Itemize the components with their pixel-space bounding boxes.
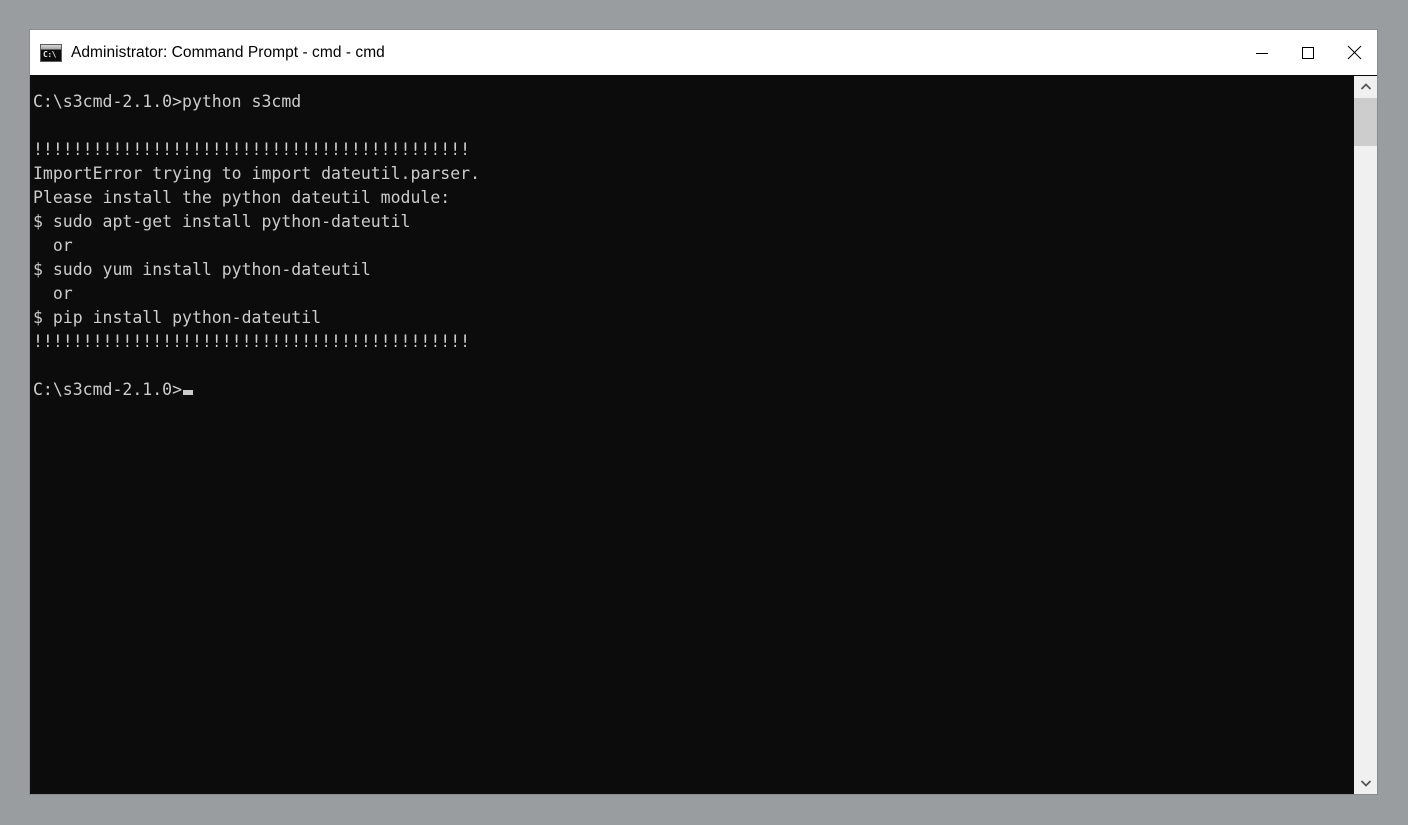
console-line: or — [33, 284, 73, 303]
console-line: $ pip install python-dateutil — [33, 308, 322, 327]
console-line: !!!!!!!!!!!!!!!!!!!!!!!!!!!!!!!!!!!!!!!!… — [33, 140, 471, 159]
close-button[interactable] — [1331, 30, 1377, 75]
minimize-button[interactable] — [1239, 30, 1285, 75]
console-line: ImportError trying to import dateutil.pa… — [33, 164, 481, 183]
scrollbar-track[interactable] — [1354, 98, 1377, 772]
console-line: or — [33, 236, 73, 255]
console-line: C:\s3cmd-2.1.0>python s3cmd — [33, 92, 302, 111]
console-line: $ sudo yum install python-dateutil — [33, 260, 371, 279]
console-area: C:\s3cmd-2.1.0>python s3cmd!!!!!!!!!!!!!… — [30, 75, 1377, 794]
cmd-icon-glyph: C:\ — [43, 49, 56, 59]
maximize-button[interactable] — [1285, 30, 1331, 75]
window-caption-buttons[interactable] — [1239, 30, 1377, 75]
console-line: Please install the python dateutil modul… — [33, 188, 451, 207]
console-output-surface[interactable]: C:\s3cmd-2.1.0>python s3cmd!!!!!!!!!!!!!… — [30, 76, 1353, 794]
chevron-down-icon — [1360, 780, 1371, 787]
scrollbar-up-button[interactable] — [1354, 76, 1377, 98]
scrollbar-thumb[interactable] — [1354, 98, 1377, 146]
console-line: $ sudo apt-get install python-dateutil — [33, 212, 411, 231]
scrollbar-down-button[interactable] — [1354, 772, 1377, 794]
console-prompt-line: C:\s3cmd-2.1.0> — [33, 378, 1353, 402]
window-title: Administrator: Command Prompt - cmd - cm… — [71, 43, 385, 61]
chevron-up-icon — [1360, 83, 1371, 90]
titlebar-left-group: C:\ Administrator: Command Prompt - cmd … — [30, 43, 1239, 62]
console-line: !!!!!!!!!!!!!!!!!!!!!!!!!!!!!!!!!!!!!!!!… — [33, 332, 471, 351]
cmd-console-icon: C:\ — [40, 43, 62, 62]
window-titlebar[interactable]: C:\ Administrator: Command Prompt - cmd … — [30, 30, 1377, 75]
vertical-scrollbar[interactable] — [1353, 76, 1377, 794]
console-cursor — [183, 390, 194, 395]
command-prompt-window[interactable]: C:\ Administrator: Command Prompt - cmd … — [29, 29, 1378, 795]
console-prompt: C:\s3cmd-2.1.0> — [33, 380, 183, 399]
minimize-icon — [1256, 52, 1268, 54]
console-output-text: C:\s3cmd-2.1.0>python s3cmd!!!!!!!!!!!!!… — [33, 90, 1353, 402]
close-icon — [1347, 45, 1361, 60]
maximize-icon — [1302, 46, 1314, 59]
